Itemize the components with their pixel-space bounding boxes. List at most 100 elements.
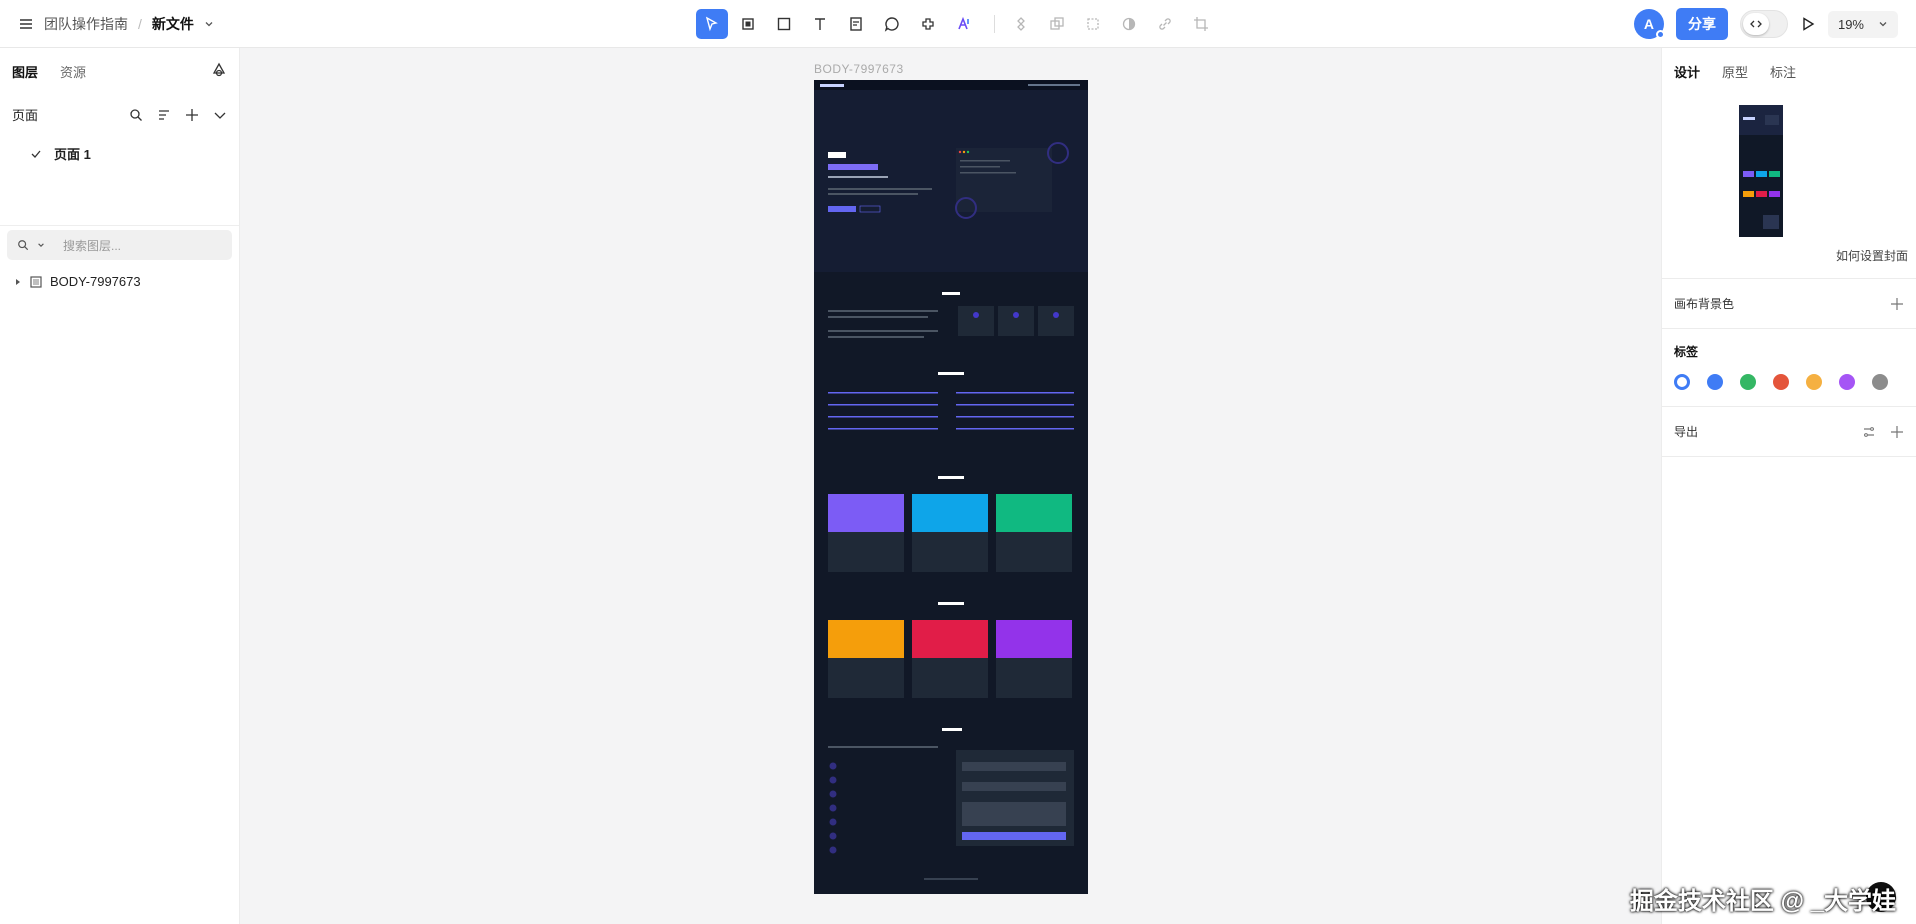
play-icon[interactable] xyxy=(1800,16,1816,32)
frame-tool-button[interactable] xyxy=(732,9,764,39)
online-indicator xyxy=(1655,30,1665,39)
tag-color-red[interactable] xyxy=(1773,374,1789,390)
search-placeholder: 搜索图层... xyxy=(63,238,122,253)
mask-tool-button[interactable] xyxy=(1113,9,1145,39)
tab-prototype[interactable]: 原型 xyxy=(1722,62,1748,81)
link-icon xyxy=(1159,18,1171,30)
file-name[interactable]: 新文件 xyxy=(152,14,194,34)
settings-icon[interactable] xyxy=(1862,425,1876,439)
sort-icon[interactable] xyxy=(157,108,171,122)
tag-color-purple[interactable] xyxy=(1839,374,1855,390)
team-name[interactable]: 团队操作指南 xyxy=(44,14,128,34)
frame-preview-graphic xyxy=(814,80,1088,880)
rectangle-tool-button[interactable] xyxy=(768,9,800,39)
caret-right-icon[interactable] xyxy=(14,278,22,286)
page-item[interactable]: 页面 1 xyxy=(0,134,239,173)
component-icon xyxy=(1017,17,1025,31)
boolean-icon xyxy=(1087,18,1099,30)
layers-panel: 图层 资源 页面 页面 1 搜索图层... BODY-7997673 xyxy=(0,48,240,924)
chevron-down-icon[interactable] xyxy=(204,19,214,29)
page-name: 页面 1 xyxy=(54,147,91,162)
tag-color-blue[interactable] xyxy=(1707,374,1723,390)
left-panel-tabs: 图层 资源 xyxy=(0,48,239,95)
frame-layer-icon xyxy=(30,275,42,288)
share-button[interactable]: 分享 xyxy=(1675,8,1728,40)
toolbar-right: A 分享 19% xyxy=(1633,8,1898,40)
instance-tool-button[interactable] xyxy=(1041,9,1073,39)
search-icon[interactable] xyxy=(129,108,143,122)
comment-icon xyxy=(884,17,899,32)
note-icon xyxy=(850,17,862,31)
move-tool-button[interactable] xyxy=(696,9,728,39)
canvas-background-row: 画布背景色 xyxy=(1662,279,1916,329)
right-panel-tabs: 设计 原型 标注 xyxy=(1662,48,1916,95)
add-icon[interactable] xyxy=(1890,425,1904,439)
add-icon[interactable] xyxy=(1890,297,1904,311)
rectangle-icon xyxy=(777,17,791,31)
design-panel: 设计 原型 标注 如何设置封面 画布背景色 标签 导出 xyxy=(1661,48,1916,924)
link-tool-button[interactable] xyxy=(1149,9,1181,39)
tag-color-picker xyxy=(1662,368,1916,407)
dev-mode-knob xyxy=(1742,13,1769,35)
avatar[interactable]: A xyxy=(1633,9,1665,39)
cursor-icon xyxy=(705,16,718,32)
watermark: 掘金技术社区 @ _大学娃 xyxy=(1629,888,1896,915)
chevron-down-icon[interactable] xyxy=(213,108,227,122)
boolean-tool-button[interactable] xyxy=(1077,9,1109,39)
crop-tool-button[interactable] xyxy=(1185,9,1217,39)
tool-bar xyxy=(696,9,1221,39)
ai-tool-button[interactable] xyxy=(948,9,980,39)
search-icon xyxy=(18,240,29,251)
tag-color-green[interactable] xyxy=(1740,374,1756,390)
frame-icon xyxy=(742,18,754,30)
library-icon[interactable] xyxy=(211,62,227,78)
note-tool-button[interactable] xyxy=(840,9,872,39)
thumbnail-graphic xyxy=(1739,105,1783,229)
pages-divider xyxy=(0,225,239,226)
tag-color-white[interactable] xyxy=(1674,374,1690,390)
menu-icon[interactable] xyxy=(18,16,34,32)
file-breadcrumb: 团队操作指南 / 新文件 xyxy=(18,0,214,48)
export-row: 导出 xyxy=(1662,407,1916,457)
layer-item[interactable]: BODY-7997673 xyxy=(0,264,239,299)
layer-name: BODY-7997673 xyxy=(50,274,141,289)
pages-header: 页面 xyxy=(0,95,239,134)
frame-label[interactable]: BODY-7997673 xyxy=(814,62,904,76)
cover-thumbnail[interactable] xyxy=(1739,105,1783,237)
component-tool-button[interactable] xyxy=(1005,9,1037,39)
canvas-bg-label: 画布背景色 xyxy=(1674,297,1735,311)
tags-label: 标签 xyxy=(1674,345,1699,359)
tab-layers[interactable]: 图层 xyxy=(12,62,38,81)
export-label: 导出 xyxy=(1674,425,1699,439)
top-toolbar: 团队操作指南 / 新文件 A 分享 19% xyxy=(0,0,1916,48)
pages-actions xyxy=(129,108,227,122)
instance-icon xyxy=(1050,17,1064,30)
tab-annotation[interactable]: 标注 xyxy=(1770,62,1796,81)
plugin-tool-button[interactable] xyxy=(912,9,944,39)
tag-color-yellow[interactable] xyxy=(1806,374,1822,390)
design-canvas[interactable]: BODY-7997673 xyxy=(241,48,1661,924)
zoom-control[interactable]: 19% xyxy=(1827,10,1898,38)
crop-icon xyxy=(1194,17,1208,31)
plugin-icon xyxy=(922,18,934,30)
add-icon[interactable] xyxy=(185,108,199,122)
design-frame[interactable] xyxy=(814,80,1088,894)
chevron-down-icon xyxy=(38,243,44,247)
mask-icon xyxy=(1122,17,1136,31)
chevron-down-icon xyxy=(1879,22,1887,27)
text-icon xyxy=(815,18,825,30)
breadcrumb-separator: / xyxy=(138,16,142,32)
cover-help-link[interactable]: 如何设置封面 xyxy=(1662,237,1916,279)
tab-assets[interactable]: 资源 xyxy=(60,62,86,81)
ai-icon xyxy=(958,16,969,30)
text-tool-button[interactable] xyxy=(804,9,836,39)
comment-tool-button[interactable] xyxy=(876,9,908,39)
dev-mode-toggle[interactable] xyxy=(1739,10,1788,38)
code-icon xyxy=(1750,20,1762,28)
zoom-level: 19% xyxy=(1837,16,1864,32)
tab-design[interactable]: 设计 xyxy=(1674,62,1700,81)
toolbar-divider xyxy=(994,15,995,33)
tag-color-gray[interactable] xyxy=(1872,374,1888,390)
check-icon xyxy=(31,150,41,158)
layer-search[interactable]: 搜索图层... xyxy=(7,230,232,260)
